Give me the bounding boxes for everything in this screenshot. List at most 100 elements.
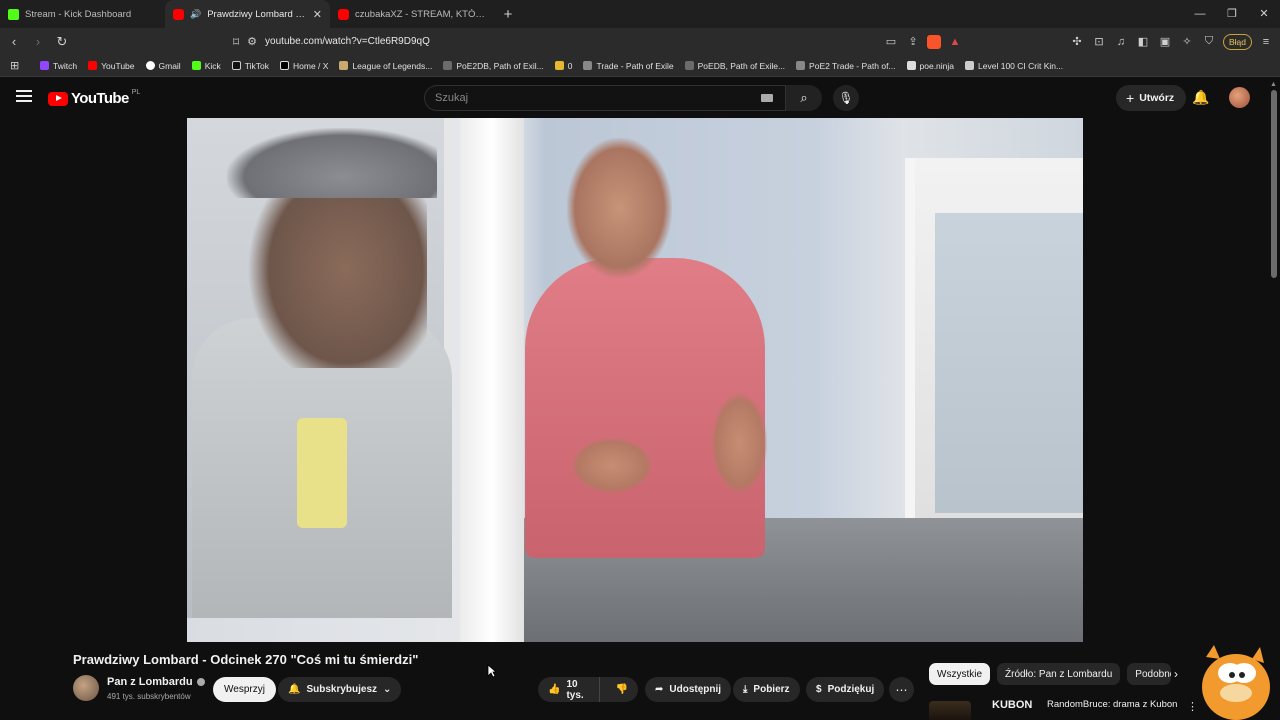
- tab-youtube-video[interactable]: 🔊 Prawdziwy Lombard - Odcinek ✕: [165, 0, 330, 28]
- thumbs-up-icon: 👍: [548, 684, 561, 695]
- reload-icon[interactable]: ↻: [52, 34, 72, 50]
- create-button[interactable]: + Utwórz: [1116, 85, 1187, 111]
- menu-icon[interactable]: [16, 90, 32, 102]
- menu-icon[interactable]: ≡: [1258, 36, 1274, 48]
- apps-grid-icon[interactable]: ⊞: [10, 59, 26, 72]
- channel-name[interactable]: Pan z Lombardu: [107, 676, 205, 688]
- search-button[interactable]: ⌕: [786, 85, 822, 111]
- bookmark-poe2-trade[interactable]: PoE2 Trade - Path of...: [796, 61, 896, 71]
- extensions-icon[interactable]: ✣: [1069, 35, 1085, 48]
- poe-ninja-icon: [906, 61, 916, 70]
- sidebar-icon[interactable]: ◧: [1135, 35, 1151, 48]
- channel-avatar[interactable]: [73, 675, 99, 701]
- keyboard-icon[interactable]: [761, 94, 773, 102]
- youtube-logo[interactable]: YouTube PL: [48, 89, 140, 107]
- cast-icon[interactable]: ▭: [883, 35, 899, 48]
- share-button[interactable]: ➦ Udostępnij: [645, 677, 732, 702]
- tab-kick-dashboard[interactable]: Stream - Kick Dashboard: [0, 0, 165, 28]
- youtube-icon: [173, 8, 184, 20]
- bookmark-tiktok[interactable]: TikTok: [231, 61, 269, 71]
- league-icon: [339, 61, 349, 70]
- video-frame: [227, 128, 437, 198]
- bookmark-trade-poe[interactable]: Trade - Path of Exile: [583, 61, 674, 71]
- x-icon: [280, 61, 290, 70]
- toolbar-right: ▭ ⇪ ▲ ✣ ⊡ ♫ ◧ ▣ ✧ ⛉ Błąd ≡: [883, 31, 1274, 52]
- error-badge[interactable]: Błąd: [1222, 33, 1252, 50]
- search-input[interactable]: Szukaj: [424, 85, 786, 111]
- new-tab-button[interactable]: +: [495, 6, 521, 23]
- bookmark-kick[interactable]: Kick: [191, 61, 221, 71]
- video-frame: [567, 138, 672, 278]
- scrollbar-thumb[interactable]: [1271, 90, 1277, 278]
- restore-icon[interactable]: ❐: [1216, 0, 1248, 28]
- voice-search-button[interactable]: 🎙: [833, 85, 859, 111]
- verified-icon: [196, 678, 205, 686]
- recommendation-thumbnail[interactable]: [929, 701, 971, 720]
- video-frame: [572, 438, 652, 493]
- site-info-icon[interactable]: ⚙: [247, 35, 257, 48]
- thanks-button[interactable]: $ Podziękuj: [806, 677, 885, 702]
- like-count: 10 tys.: [566, 678, 584, 701]
- url-field[interactable]: ⌑ ⚙ youtube.com/watch?v=Ctle6R9D9qQ: [233, 31, 983, 52]
- chevron-right-icon[interactable]: ›: [1174, 667, 1178, 681]
- dislike-button[interactable]: 👎: [606, 677, 638, 702]
- subscribe-button[interactable]: 🔔 Subskrybujesz ⌄: [278, 677, 402, 702]
- forward-icon[interactable]: ›: [28, 34, 48, 49]
- bookmark-poe2db[interactable]: PoE2DB, Path of Exil...: [443, 61, 544, 71]
- bookmarks-bar: ⊞ Twitch YouTube Gmail Kick TikTok Home …: [0, 55, 1280, 77]
- bookmark-level100[interactable]: Level 100 CI Crit Kin...: [965, 61, 1063, 71]
- back-icon[interactable]: ‹: [4, 34, 24, 49]
- speaker-icon[interactable]: 🔊: [190, 9, 201, 20]
- bell-icon: 🔔: [288, 684, 301, 695]
- bookmark-twitch[interactable]: Twitch: [40, 61, 77, 71]
- window-controls: — ❐ ✕: [1184, 0, 1280, 28]
- close-tab-icon[interactable]: ✕: [313, 8, 322, 21]
- poe2-trade-icon: [796, 61, 806, 70]
- brave-shield-icon[interactable]: [926, 34, 941, 49]
- twitch-icon: [40, 61, 49, 70]
- chip-related[interactable]: Podobne: [1127, 663, 1172, 685]
- recommendation-thumb-text: KUBON: [992, 699, 1033, 711]
- support-button[interactable]: Wesprzyj: [213, 677, 276, 702]
- bookmark-gmail[interactable]: Gmail: [145, 61, 181, 71]
- more-actions-button[interactable]: ⋯: [889, 677, 914, 702]
- bookmark-icon[interactable]: ⌑: [233, 35, 239, 49]
- tab-czubaka-stream[interactable]: czubakaXZ - STREAM, KTÓRY ROZWA: [330, 0, 495, 28]
- leo-ai-icon[interactable]: ✧: [1179, 35, 1195, 48]
- recommendation-chips: Wszystkie Źródło: Pan z Lombardu Podobne: [929, 663, 1172, 685]
- recommendation-title[interactable]: RandomBruce: drama z Kubonem, groźby zam…: [1047, 699, 1177, 711]
- scroll-up-icon[interactable]: ▲: [1270, 81, 1277, 88]
- chip-from-channel[interactable]: Źródło: Pan z Lombardu: [997, 663, 1121, 685]
- minimize-icon[interactable]: —: [1184, 0, 1216, 28]
- chip-all[interactable]: Wszystkie: [929, 663, 990, 685]
- download-icon: ⤓: [743, 684, 748, 695]
- user-avatar[interactable]: [1229, 87, 1250, 108]
- poedb-icon: [684, 61, 694, 70]
- video-player[interactable]: [187, 118, 1083, 642]
- thumbs-down-icon: 👎: [615, 684, 628, 695]
- like-button[interactable]: 👍 10 tys.: [538, 677, 600, 702]
- rewards-icon[interactable]: ▲: [947, 36, 963, 48]
- bookmark-poedb[interactable]: PoEDB, Path of Exile...: [684, 61, 785, 71]
- close-window-icon[interactable]: ✕: [1248, 0, 1280, 28]
- bookmark-folder[interactable]: 0: [554, 61, 572, 71]
- music-icon[interactable]: ♫: [1113, 36, 1129, 48]
- video-frame: [935, 213, 1083, 513]
- screenshot-icon[interactable]: ⊡: [1091, 35, 1107, 48]
- url-text: youtube.com/watch?v=Ctle6R9D9qQ: [265, 36, 430, 47]
- page-icon: [965, 61, 975, 70]
- more-horizontal-icon: ⋯: [895, 682, 908, 697]
- vpn-icon[interactable]: ⛉: [1201, 35, 1217, 48]
- video-frame: [460, 118, 524, 642]
- download-button[interactable]: ⤓ Pobierz: [733, 677, 800, 702]
- bookmark-league[interactable]: League of Legends...: [339, 61, 432, 71]
- notifications-bell-icon[interactable]: 🔔: [1192, 89, 1209, 106]
- youtube-icon: [88, 61, 98, 70]
- bookmark-youtube[interactable]: YouTube: [88, 61, 135, 71]
- bookmark-x[interactable]: Home / X: [280, 61, 328, 71]
- bookmark-poe-ninja[interactable]: poe.ninja: [906, 61, 954, 71]
- tiktok-icon: [231, 61, 241, 70]
- share-icon[interactable]: ⇪: [905, 35, 921, 48]
- wallet-icon[interactable]: ▣: [1157, 35, 1173, 48]
- youtube-play-icon: [48, 91, 68, 106]
